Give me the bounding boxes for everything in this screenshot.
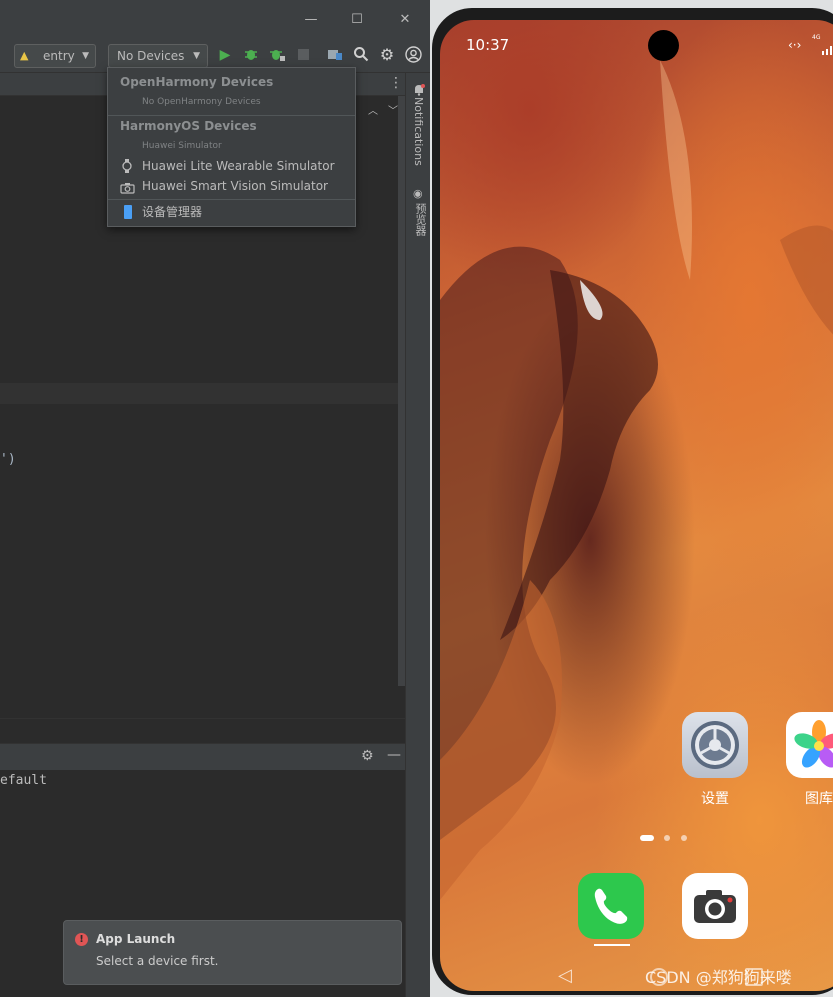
right-tool-strip: Notifications ◉ 预览器 xyxy=(405,73,430,997)
settings-icon xyxy=(682,712,748,778)
wifi-icon: ‹·› xyxy=(788,38,802,52)
openharmony-devices-header: OpenHarmony Devices xyxy=(120,75,274,89)
page-dot-active xyxy=(640,835,654,841)
notification-title: App Launch xyxy=(96,932,176,946)
minimize-button[interactable]: — xyxy=(300,10,322,30)
status-time: 10:37 xyxy=(466,36,510,54)
module-label: entry xyxy=(43,49,75,63)
code-fragment: ') xyxy=(0,452,16,467)
dock-camera[interactable] xyxy=(682,873,748,939)
minimize-icon[interactable]: — xyxy=(387,747,401,763)
eye-icon: ◉ xyxy=(413,187,423,200)
chevron-up-icon[interactable]: ︿ xyxy=(368,102,378,117)
device-manager-item[interactable]: 设备管理器 xyxy=(108,202,355,222)
device-label: No Devices xyxy=(117,49,185,63)
tool-window-header: ⚙ — xyxy=(0,743,405,771)
device-item-lite-wearable[interactable]: Huawei Lite Wearable Simulator xyxy=(108,156,355,176)
back-nav-icon[interactable]: ◁ xyxy=(558,965,572,986)
editor-scrollbar[interactable] xyxy=(398,96,405,686)
huawei-simulator-subheader: Huawei Simulator xyxy=(142,141,222,151)
ide-window: — ☐ ✕ ▲ entry ▼ No Devices ▼ ▶ ⚙ ⋮ ︿ ﹀ '… xyxy=(0,0,430,997)
notifications-tab[interactable]: Notifications xyxy=(412,97,425,166)
output-text: efault xyxy=(0,773,47,788)
watermark: CSDN @郑狗狗来喽 xyxy=(645,968,792,987)
run-icon[interactable]: ▶ xyxy=(216,46,234,64)
app-label: 设置 xyxy=(701,791,729,807)
previewer-tab[interactable]: 预览器 xyxy=(412,203,428,236)
camera-icon xyxy=(120,180,135,200)
current-line-highlight xyxy=(0,383,398,404)
gallery-icon xyxy=(786,712,833,778)
app-label: 图库 xyxy=(805,791,833,807)
chevron-down-icon[interactable]: ﹀ xyxy=(388,102,398,117)
dock-phone[interactable] xyxy=(578,873,644,939)
device-item-smart-vision[interactable]: Huawei Smart Vision Simulator xyxy=(108,176,355,196)
camera-icon xyxy=(694,890,736,923)
divider xyxy=(108,199,355,200)
search-icon[interactable] xyxy=(352,46,370,64)
phone-simulator: 10:37 ‹·› 4G 设置 图库 ◁ xyxy=(430,0,833,997)
chevron-down-icon: ▼ xyxy=(193,51,200,61)
app-gallery[interactable]: 图库 xyxy=(786,712,833,808)
device-icon xyxy=(124,205,132,219)
attach-debugger-icon[interactable] xyxy=(268,46,286,64)
wallpaper-art xyxy=(440,60,833,900)
maximize-button[interactable]: ☐ xyxy=(346,10,368,30)
phone-screen[interactable]: 10:37 ‹·› 4G 设置 图库 ◁ xyxy=(440,20,833,991)
device-item-label: Huawei Lite Wearable Simulator xyxy=(142,159,335,173)
bell-icon[interactable] xyxy=(413,81,425,96)
chevron-down-icon: ▼ xyxy=(82,51,89,61)
gear-icon[interactable]: ⚙ xyxy=(361,748,374,764)
module-icon: ▲ xyxy=(20,49,29,62)
notification-message: Select a device first. xyxy=(96,954,219,968)
stop-icon[interactable] xyxy=(294,46,312,64)
device-manager-label: 设备管理器 xyxy=(142,205,203,219)
divider xyxy=(108,115,355,116)
editor-nav-arrows: ︿ ﹀ xyxy=(358,102,398,117)
phone-icon xyxy=(594,888,628,924)
device-dropdown-menu: OpenHarmony Devices No OpenHarmony Devic… xyxy=(107,67,356,227)
page-dot xyxy=(681,835,687,841)
page-dot xyxy=(664,835,670,841)
close-button[interactable]: ✕ xyxy=(394,10,416,30)
phone-frame: 10:37 ‹·› 4G 设置 图库 ◁ xyxy=(432,8,833,995)
device-selector[interactable]: No Devices ▼ xyxy=(108,44,208,68)
no-openharmony-devices-text: No OpenHarmony Devices xyxy=(142,97,261,107)
network-label: 4G xyxy=(812,34,821,41)
gear-icon[interactable]: ⚙ xyxy=(378,46,396,64)
module-selector[interactable]: ▲ entry ▼ xyxy=(14,44,96,68)
error-icon: ! xyxy=(75,933,88,946)
title-bar: — ☐ ✕ xyxy=(0,0,430,40)
app-launch-notification[interactable]: ! App Launch Select a device first. xyxy=(63,920,402,985)
account-icon[interactable] xyxy=(404,46,422,64)
more-options-icon[interactable]: ⋮ xyxy=(389,75,403,91)
debug-icon[interactable] xyxy=(242,46,260,64)
project-structure-icon[interactable] xyxy=(326,46,344,64)
camera-cutout xyxy=(648,30,679,61)
panel-splitter[interactable] xyxy=(0,718,405,745)
signal-icon xyxy=(822,40,833,55)
page-indicator xyxy=(640,835,700,843)
device-item-label: Huawei Smart Vision Simulator xyxy=(142,179,328,193)
app-settings[interactable]: 设置 xyxy=(682,712,748,808)
dock-underline xyxy=(594,944,630,946)
harmonyos-devices-header: HarmonyOS Devices xyxy=(120,119,257,133)
